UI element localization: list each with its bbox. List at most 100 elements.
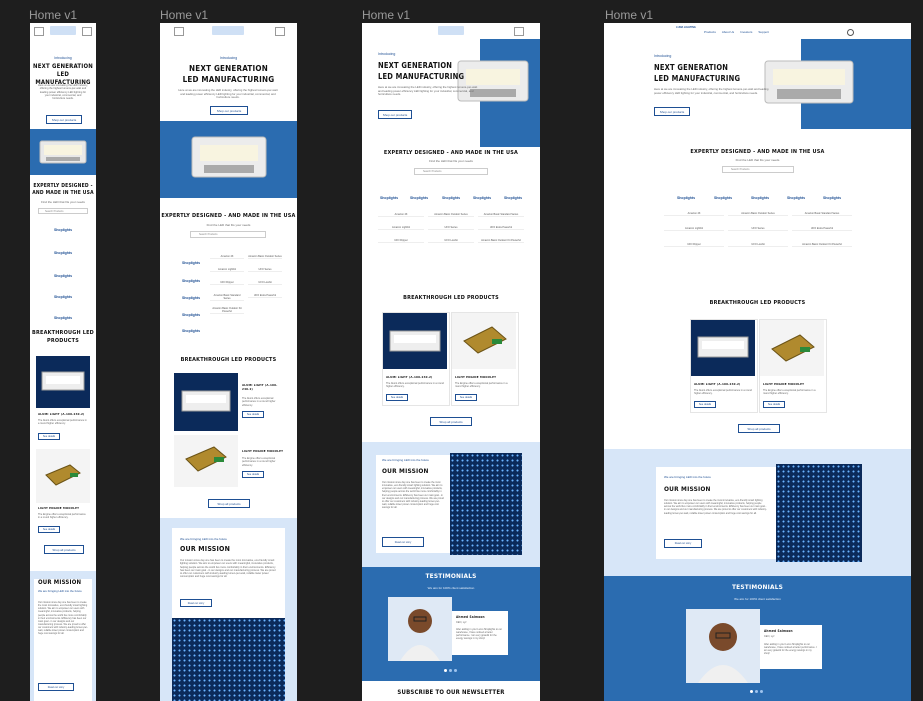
search-input[interactable]: Search Products — [722, 166, 794, 173]
category-shoplights-4[interactable]: Shoplights — [467, 196, 497, 200]
category-shoplights-1[interactable]: Shoplights — [668, 196, 704, 200]
search-input[interactable]: Search Products — [414, 168, 488, 175]
category-shoplights-2[interactable]: Shoplights — [174, 279, 208, 283]
engine-details-button[interactable]: See details — [38, 526, 60, 533]
grid-item[interactable]: Amazon Basic Outdoor Series — [248, 255, 282, 259]
search-input[interactable]: Search Products — [190, 231, 266, 238]
carousel-dots[interactable] — [750, 690, 766, 693]
products-title: BREAKTHROUGH LED PRODUCTS — [32, 330, 94, 344]
nav-investors[interactable]: Investors — [740, 30, 752, 34]
grid-item[interactable]: Amazon Lightbit — [664, 227, 724, 231]
shop-products-button[interactable]: Shop our products — [378, 110, 412, 119]
grid-item[interactable]: UFO Extra Powerful — [792, 227, 852, 231]
read-story-button[interactable]: Read our story — [38, 683, 74, 691]
category-shoplights-1[interactable]: Shoplights — [374, 196, 404, 200]
grid-item[interactable]: UFO Series — [428, 226, 474, 230]
grid-item[interactable]: UFO Flipper — [210, 281, 244, 285]
testimonial-quote: After adding in your Lumo Shoplights to … — [764, 643, 817, 656]
mission-image — [776, 464, 862, 562]
grid-item[interactable]: UFO Extra Powerful — [248, 294, 282, 298]
testimonial-name: Ahmed Salmoon — [456, 615, 485, 619]
engine-details-button[interactable]: See details — [455, 394, 477, 401]
grid-item[interactable]: Amazon Basic Outdoor Kit Powerful — [478, 239, 524, 243]
engine-details-button[interactable]: See details — [763, 401, 785, 408]
category-shoplights-5[interactable]: Shoplights — [498, 196, 528, 200]
brand-logo[interactable]: LUMA LIGHTING — [674, 26, 698, 29]
grid-item[interactable]: Amazon 4ft — [664, 212, 724, 216]
nav-about[interactable]: About Us — [722, 30, 734, 34]
mission-body: Our mission since day one has been to cr… — [382, 481, 444, 509]
menu-icon[interactable] — [34, 27, 44, 36]
grid-item[interactable]: Amazon Basic Outdoor Series — [728, 212, 788, 216]
grid-item[interactable]: UFO Series — [728, 227, 788, 231]
frame-label-tablet: Home v1 — [160, 8, 209, 22]
grid-item[interactable]: UFO Extra Powerful — [478, 226, 524, 230]
grid-item[interactable]: Amazon 4ft — [210, 255, 244, 259]
grid-item[interactable]: UFO Lowbit — [728, 243, 788, 247]
grid-item[interactable]: Amazon Basic Outdoor Series — [428, 213, 474, 217]
engine-details-button[interactable]: See details — [242, 471, 264, 478]
category-shoplights-4[interactable]: Shoplights — [174, 313, 208, 317]
category-shoplights-4[interactable]: Shoplights — [778, 196, 814, 200]
led-fixture-image — [457, 60, 529, 102]
grid-item[interactable]: Amazon Basic Standard Series — [478, 213, 524, 217]
alumi-details-button[interactable]: See details — [386, 394, 408, 401]
shop-all-button[interactable]: Shop all products — [430, 417, 472, 426]
grid-item[interactable]: Amazon 4ft — [378, 213, 424, 217]
category-shoplights-3[interactable]: Shoplights — [30, 274, 96, 278]
logo[interactable] — [50, 26, 76, 35]
category-shoplights-2[interactable]: Shoplights — [404, 196, 434, 200]
frame-desktop: LUMA LIGHTING Products About Us Investor… — [604, 23, 911, 701]
search-icon[interactable] — [275, 27, 285, 36]
menu-icon[interactable] — [174, 27, 184, 36]
grid-item[interactable]: Amazon Basic Outdoor Kit Powerful — [210, 307, 244, 314]
nav-products[interactable]: Products — [704, 30, 716, 34]
light-engine-image — [185, 446, 227, 472]
grid-item[interactable]: UFO Flipper — [664, 243, 724, 247]
shop-products-button[interactable]: Shop our products — [46, 115, 82, 124]
read-story-button[interactable]: Read our story — [180, 599, 212, 607]
product-desc-engine: The Engine offers exceptional performanc… — [38, 513, 86, 520]
category-shoplights-1[interactable]: Shoplights — [174, 261, 208, 265]
shop-products-button[interactable]: Shop our products — [210, 106, 248, 115]
nav-support[interactable]: Support — [758, 30, 769, 34]
read-story-button[interactable]: Read our story — [664, 539, 702, 548]
category-shoplights-1[interactable]: Shoplights — [30, 228, 96, 232]
search-icon[interactable] — [514, 27, 524, 36]
category-shoplights-5[interactable]: Shoplights — [174, 329, 208, 333]
shop-all-button[interactable]: Shop all products — [208, 499, 250, 508]
category-shoplights-2[interactable]: Shoplights — [30, 251, 96, 255]
category-shoplights-5[interactable]: Shoplights — [814, 196, 850, 200]
grid-item[interactable]: UFO Lowbit — [428, 239, 474, 243]
alumi-details-button[interactable]: See details — [242, 411, 264, 418]
logo[interactable] — [212, 26, 244, 35]
grid-item[interactable]: UFO Flipper — [378, 239, 424, 243]
grid-item[interactable]: UFO Series — [248, 268, 282, 272]
light-engine-image — [771, 334, 815, 362]
grid-item[interactable]: Amazon Basic Standard Series — [792, 212, 852, 216]
search-icon[interactable] — [847, 29, 854, 36]
read-story-button[interactable]: Read our story — [382, 537, 424, 547]
grid-item[interactable]: Amazon Lightbit — [210, 268, 244, 272]
led-fixture-image — [39, 140, 87, 164]
carousel-dots[interactable] — [444, 669, 458, 672]
category-shoplights-3[interactable]: Shoplights — [742, 196, 778, 200]
category-shoplights-3[interactable]: Shoplights — [436, 196, 466, 200]
shop-products-button[interactable]: Shop our products — [654, 107, 690, 116]
search-input[interactable]: Search Products — [38, 208, 88, 214]
category-shoplights-3[interactable]: Shoplights — [174, 296, 208, 300]
shop-all-button[interactable]: Shop all products — [738, 424, 780, 433]
category-shoplights-2[interactable]: Shoplights — [705, 196, 741, 200]
product-name-engine: LIGHT ENGINE MODULET — [242, 449, 284, 453]
grid-item[interactable]: UFO Lowbit — [248, 281, 282, 285]
grid-item[interactable]: Amazon Basic Standard Series — [210, 294, 244, 301]
alumi-details-button[interactable]: See details — [38, 433, 60, 440]
grid-item[interactable]: Amazon Lightbit — [378, 226, 424, 230]
grid-item[interactable]: Amazon Basic Outdoor Kit Powerful — [792, 243, 852, 247]
category-shoplights-4[interactable]: Shoplights — [30, 295, 96, 299]
logo[interactable] — [438, 26, 464, 35]
alumi-details-button[interactable]: See details — [694, 401, 716, 408]
category-shoplights-5[interactable]: Shoplights — [30, 316, 96, 320]
shop-all-button[interactable]: Shop all products — [44, 545, 84, 554]
search-icon[interactable] — [82, 27, 92, 36]
